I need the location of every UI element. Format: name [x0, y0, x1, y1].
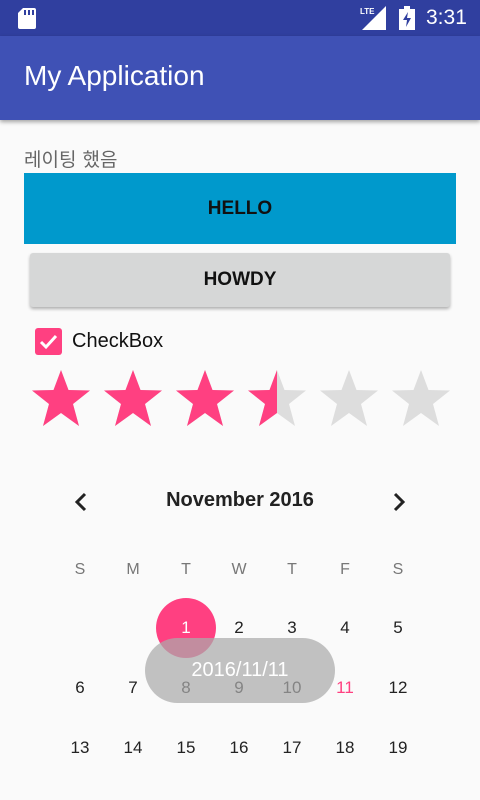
- calendar-day[interactable]: 4: [325, 618, 365, 638]
- checkmark-icon: [39, 334, 58, 350]
- weekday-thu: T: [287, 561, 297, 578]
- star-empty-icon[interactable]: [318, 368, 380, 430]
- calendar-day[interactable]: 14: [113, 738, 153, 758]
- network-label: LTE: [360, 7, 375, 16]
- weekday-sun: S: [74, 561, 86, 578]
- app-bar: My Application: [0, 36, 480, 120]
- calendar-month-title: November 2016: [166, 489, 314, 511]
- weekday-mon: M: [126, 561, 140, 578]
- calendar-day[interactable]: 18: [325, 738, 365, 758]
- star-filled-icon[interactable]: [174, 368, 236, 430]
- battery-charging-icon: [399, 6, 415, 30]
- app-title: My Application: [24, 60, 205, 91]
- lte-signal-icon: LTE: [360, 6, 386, 30]
- rating-status-label: 레이팅 했음: [24, 149, 118, 171]
- checkbox[interactable]: [35, 328, 62, 355]
- star-filled-icon[interactable]: [102, 368, 164, 430]
- sd-card-icon: [18, 8, 36, 29]
- hello-button[interactable]: HELLO: [24, 173, 456, 244]
- star-empty-icon[interactable]: [390, 368, 452, 430]
- calendar-day[interactable]: 3: [272, 618, 312, 638]
- calendar-day-selected[interactable]: 1: [166, 618, 206, 638]
- rating-bar[interactable]: [30, 368, 470, 432]
- calendar-day[interactable]: 15: [166, 738, 206, 758]
- star-filled-icon[interactable]: [30, 368, 92, 430]
- calendar-day[interactable]: 19: [378, 738, 418, 758]
- toast-message: 2016/11/11: [145, 638, 335, 703]
- calendar-day[interactable]: 6: [60, 678, 100, 698]
- star-half-icon[interactable]: [246, 368, 308, 430]
- calendar-day[interactable]: 2: [219, 618, 259, 638]
- calendar-day[interactable]: 12: [378, 678, 418, 698]
- weekday-tue: T: [181, 561, 191, 578]
- calendar-day[interactable]: 13: [60, 738, 100, 758]
- calendar-day[interactable]: 17: [272, 738, 312, 758]
- chevron-right-icon[interactable]: [388, 490, 410, 514]
- status-time: 3:31: [426, 6, 467, 29]
- weekday-sat: S: [392, 561, 404, 578]
- weekday-fri: F: [340, 561, 350, 578]
- chevron-left-icon[interactable]: [70, 490, 92, 514]
- calendar-day[interactable]: 16: [219, 738, 259, 758]
- checkbox-label[interactable]: CheckBox: [72, 330, 163, 353]
- status-bar: LTE 3:31: [0, 0, 480, 36]
- howdy-button[interactable]: HOWDY: [30, 253, 450, 307]
- calendar-day[interactable]: 5: [378, 618, 418, 638]
- weekday-wed: W: [231, 561, 247, 578]
